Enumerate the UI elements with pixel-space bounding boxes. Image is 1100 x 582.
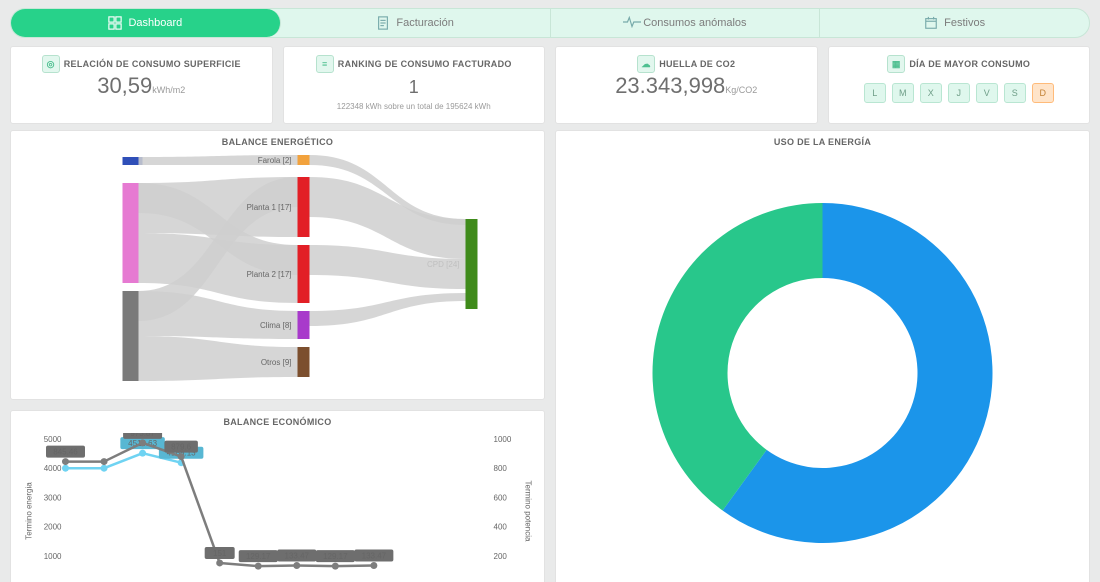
panel-ue-title: USO DE LA ENERGÍA [562, 137, 1083, 147]
card-superficie-unit: kWh/m2 [152, 85, 185, 95]
day-button-D[interactable]: D [1032, 83, 1054, 103]
sankey-chart: Farola [2] Planta 1 [17] Planta 2 [17] Clim… [17, 153, 538, 381]
line-chart: 1000 2000 3000 4000 5000 200 400 600 800 1000 Term… [17, 433, 538, 582]
tab-facturacion-label: Facturación [396, 17, 453, 29]
svg-text:5000: 5000 [44, 435, 62, 444]
svg-text:Clima [8]: Clima [8] [260, 321, 292, 330]
card-ranking-value: 1 [290, 77, 539, 98]
svg-text:129.17: 129.17 [323, 552, 348, 561]
panel-balance-energetico: BALANCE ENERGÉTICO Farola [2] Planta 1 [1… [10, 130, 545, 400]
day-button-X[interactable]: X [920, 83, 942, 103]
svg-text:879.6: 879.6 [171, 443, 192, 452]
svg-text:2000: 2000 [44, 523, 62, 532]
pulse-icon [623, 16, 637, 30]
card-dia-title: DÍA DE MAYOR CONSUMO [909, 59, 1030, 69]
card-ranking-title: RANKING DE CONSUMO FACTURADO [338, 59, 512, 69]
card-co2-title: HUELLA DE CO2 [659, 59, 735, 69]
svg-text:4000: 4000 [44, 464, 62, 473]
tab-dashboard[interactable]: Dashboard [11, 9, 281, 37]
kpi-cards: ◎ RELACIÓN DE CONSUMO SUPERFICIE 30,59kWh… [10, 46, 1090, 124]
panel-bec-title: BALANCE ECONÓMICO [17, 417, 538, 427]
svg-text:129.17: 129.17 [246, 552, 271, 561]
card-ranking-sub: 122348 kWh sobre un total de 195624 kWh [290, 102, 539, 111]
svg-text:Otros [9]: Otros [9] [261, 358, 292, 367]
panel-balance-economico: BALANCE ECONÓMICO 1000 2000 3000 4000 5000 20… [10, 410, 545, 582]
panel-uso-energia: USO DE LA ENERGÍA [555, 130, 1090, 582]
tab-dashboard-label: Dashboard [128, 17, 182, 29]
svg-text:3000: 3000 [44, 493, 62, 502]
svg-text:133.47: 133.47 [285, 552, 310, 561]
svg-text:600: 600 [494, 493, 508, 502]
svg-text:800: 800 [494, 464, 508, 473]
top-tabs: Dashboard Facturación Consumos anómalos … [10, 8, 1090, 38]
card-dia: ▦ DÍA DE MAYOR CONSUMO LMXJVSD [828, 46, 1091, 124]
donut-chart [562, 153, 1083, 569]
cloud-icon: ☁ [637, 55, 655, 73]
day-button-J[interactable]: J [948, 83, 970, 103]
tab-festivos[interactable]: Festivos [820, 9, 1089, 37]
calendar-small-icon: ▦ [887, 55, 905, 73]
svg-text:1000: 1000 [494, 435, 512, 444]
card-superficie: ◎ RELACIÓN DE CONSUMO SUPERFICIE 30,59kWh… [10, 46, 273, 124]
panel-be-title: BALANCE ENERGÉTICO [17, 137, 538, 147]
tab-consumos[interactable]: Consumos anómalos [551, 9, 821, 37]
card-superficie-title: RELACIÓN DE CONSUMO SUPERFICIE [64, 59, 241, 69]
invoice-icon [376, 16, 390, 30]
day-button-L[interactable]: L [864, 83, 886, 103]
svg-text:845.46: 845.46 [53, 448, 78, 457]
svg-text:Planta 1 [17]: Planta 1 [17] [247, 203, 292, 212]
tab-facturacion[interactable]: Facturación [281, 9, 551, 37]
svg-text:Planta 2 [17]: Planta 2 [17] [247, 270, 292, 279]
calendar-icon [924, 16, 938, 30]
svg-text:151: 151 [213, 549, 227, 558]
day-button-V[interactable]: V [976, 83, 998, 103]
svg-text:Farola [2]: Farola [2] [258, 156, 292, 165]
target-icon: ◎ [42, 55, 60, 73]
tab-consumos-label: Consumos anómalos [643, 17, 746, 29]
tab-festivos-label: Festivos [944, 17, 985, 29]
card-superficie-value: 30,59 [97, 73, 152, 98]
svg-text:200: 200 [494, 552, 508, 561]
svg-text:973.87: 973.87 [130, 433, 155, 438]
card-ranking: ≡ RANKING DE CONSUMO FACTURADO 1 122348 k… [283, 46, 546, 124]
card-co2-value: 23.343,998 [615, 73, 725, 98]
card-co2-unit: Kg/CO2 [725, 85, 757, 95]
svg-text:1000: 1000 [44, 552, 62, 561]
day-button-S[interactable]: S [1004, 83, 1026, 103]
svg-text:Termino potencia: Termino potencia [524, 481, 533, 542]
svg-text:400: 400 [494, 523, 508, 532]
list-icon: ≡ [316, 55, 334, 73]
day-button-M[interactable]: M [892, 83, 914, 103]
svg-text:Termino energia: Termino energia [25, 482, 34, 540]
card-co2: ☁ HUELLA DE CO2 23.343,998Kg/CO2 [555, 46, 818, 124]
dashboard-icon [108, 16, 122, 30]
svg-text:133.47: 133.47 [362, 552, 387, 561]
